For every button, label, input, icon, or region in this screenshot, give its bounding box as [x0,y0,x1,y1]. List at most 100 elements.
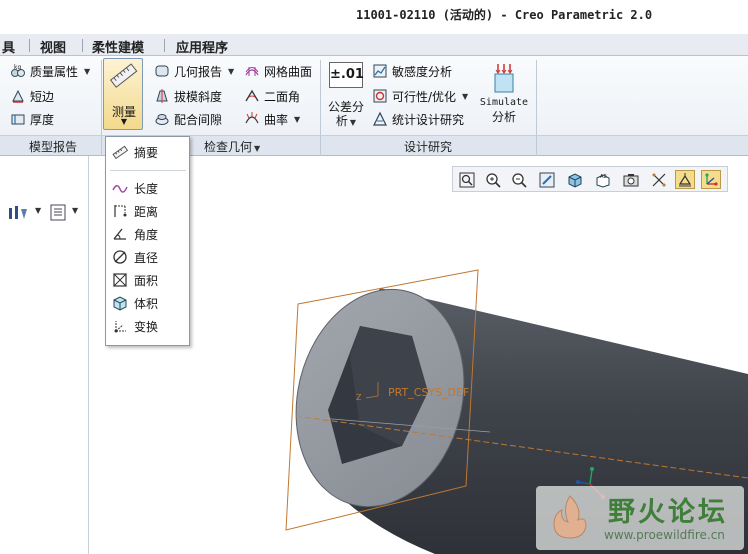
sensitivity-analysis-label: 敏感度分析 [392,64,453,79]
ruler-icon [109,63,138,88]
statistical-design-study-button[interactable]: 统计设计研究 [372,109,464,129]
tolerance-icon: ±.01 [329,62,364,88]
chevron-down-icon[interactable]: ▼ [228,67,234,76]
left-panel-border [88,156,89,554]
display-style-button[interactable] [565,170,585,189]
menu-item-label: 角度 [134,227,159,242]
refit-icon [459,172,475,187]
tab-separator [82,39,83,52]
window-title: 11001-02110 (活动的) - Creo Parametric 2.0 [356,8,653,22]
chevron-down-icon: ▼ [120,117,128,126]
menu-item-distance[interactable]: 距离 [112,202,158,220]
menu-item-volume[interactable]: 体积 [112,294,158,312]
shaded-cube-icon [568,172,582,188]
chevron-down-icon[interactable]: ▼ [84,67,90,76]
short-edge-icon [12,89,24,103]
mass-properties-button[interactable]: kg 质量属性 ▼ [10,61,90,81]
simulate-icon [494,64,514,93]
model-report-group-label[interactable]: 模型报告 [29,138,77,155]
repaint-button[interactable] [537,170,557,189]
dihedral-angle-label: 二面角 [264,89,301,104]
group-divider [536,60,537,156]
menu-item-label: 面积 [134,273,159,288]
draft-icon [156,89,168,103]
curvature-button[interactable]: 曲率 ▼ [244,109,300,129]
tab-separator [164,39,165,52]
saved-orientations-button[interactable]: AB [593,170,613,189]
mesh-surface-button[interactable]: 网格曲面 [244,61,312,81]
saved-views-icon: AB [596,174,610,188]
chevron-down-icon[interactable]: ▼ [294,115,300,124]
repaint-icon [539,172,555,187]
simulate-label-line1: Simulate [479,97,529,108]
length-icon [112,185,128,193]
menu-item-label: 体积 [134,296,159,311]
menu-item-diameter[interactable]: 直径 [112,248,158,266]
zoom-out-button[interactable] [509,170,529,189]
datum-display-button[interactable] [649,170,669,189]
tab-view[interactable]: 视图 [40,37,66,56]
menu-item-area[interactable]: 面积 [112,271,158,289]
tolerance-label-line2: 析 [335,114,348,128]
menu-separator [110,170,186,171]
tab-tools[interactable]: 具 [2,37,15,56]
left-panel-toolbar: ▼ ▼ [0,201,88,225]
menu-item-transform[interactable]: 变换 [112,317,158,335]
plane-display-button[interactable] [675,170,695,189]
menu-item-label: 摘要 [134,145,159,160]
tab-flexible-modeling[interactable]: 柔性建模 [92,37,144,56]
csys-display-icon [705,172,718,186]
clearance-icon [155,114,169,125]
transform-icon [114,321,126,333]
zoom-in-button[interactable] [483,170,503,189]
chevron-down-icon[interactable]: ▼ [72,206,78,215]
inspect-geometry-group-label[interactable]: 检查几何 ▼ [204,138,260,155]
geometry-report-button[interactable]: 几何报告 ▼ [154,61,234,81]
area-icon [113,273,127,287]
feasibility-optimization-button[interactable]: 可行性/优化 ▼ [372,86,468,106]
ruler-icon [112,145,128,160]
zoom-out-icon [512,172,527,188]
svg-text:kg: kg [14,64,21,71]
svg-text:Z: Z [356,393,362,402]
show-list-icon[interactable] [50,204,66,221]
measure-dropdown-menu: 摘要 长度 距离 角度 直径 面积 体积 变换 [105,136,190,346]
refit-button[interactable] [457,170,477,189]
sensitivity-analysis-button[interactable]: 敏感度分析 [372,61,452,81]
tolerance-analysis-button[interactable]: ±.01 公差分 析 ▼ [326,62,366,130]
menu-item-angle[interactable]: 角度 [112,225,158,243]
measure-button[interactable]: 测量 ▼ [103,58,143,130]
feasibility-optimization-label: 可行性/优化 [392,89,457,104]
forum-watermark: 野火论坛 www.proewildfire.cn [536,486,744,550]
group-divider [101,60,102,156]
design-study-group-label[interactable]: 设计研究 [404,138,452,155]
menu-item-label: 长度 [134,181,159,196]
chevron-down-icon[interactable]: ▼ [35,206,41,215]
short-edge-button[interactable]: 短边 [10,86,54,106]
csys-display-button[interactable] [701,170,721,189]
feasibility-optimization-icon [373,89,387,103]
geometry-report-label: 几何报告 [174,64,223,79]
graphics-toolbar: AB [452,166,728,192]
curvature-label: 曲率 [264,112,289,127]
chevron-down-icon[interactable]: ▼ [462,92,468,101]
tab-applications[interactable]: 应用程序 [176,37,228,56]
mesh-surface-icon [245,67,259,76]
tab-separator [29,39,30,52]
simulate-analysis-button[interactable]: Simulate 分析 [476,62,532,124]
clearance-button[interactable]: 配合间隙 [154,109,222,129]
menu-item-length[interactable]: 长度 [112,179,158,197]
view-manager-button[interactable] [621,170,641,189]
watermark-url: www.proewildfire.cn [604,528,725,542]
menu-item-label: 变换 [134,319,159,334]
camera-icon [623,173,639,186]
thickness-button[interactable]: 厚度 [10,109,54,129]
sensitivity-analysis-icon [373,64,387,78]
model-tree-settings-icon[interactable] [7,205,31,221]
draft-button[interactable]: 拔模斜度 [154,86,222,106]
curvature-icon [245,112,259,124]
clearance-label: 配合间隙 [174,112,223,127]
dihedral-angle-button[interactable]: 二面角 [244,86,300,106]
menu-item-summary[interactable]: 摘要 [112,143,158,161]
dihedral-angle-icon [245,89,259,102]
